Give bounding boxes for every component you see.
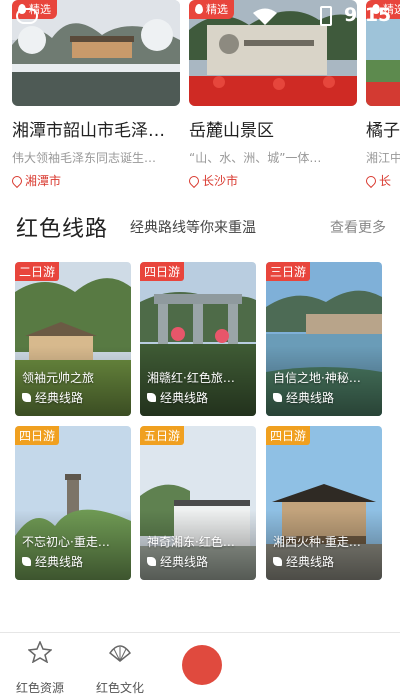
clock: 9:15: [344, 4, 392, 26]
cloud-icon: [16, 8, 38, 24]
route-card[interactable]: 四日游 湘赣红·红色旅… 经典线路: [140, 262, 256, 416]
scenic-desc: “山、水、洲、城”一体…: [189, 151, 322, 165]
route-title: 自信之地·神秘…: [273, 371, 361, 385]
route-title: 湘赣红·红色旅…: [147, 371, 235, 385]
route-title: 领袖元帅之旅: [22, 371, 95, 385]
nav-faded-area: [226, 633, 400, 700]
tag-icon: [22, 557, 31, 566]
scenic-desc: 湘江中: [366, 151, 400, 165]
duration-tag: 四日游: [15, 426, 60, 445]
scenic-location: 长沙市: [186, 172, 357, 189]
scenic-location: 湘潭市: [9, 172, 180, 189]
location-pin-icon: [9, 173, 25, 188]
route-kind: 经典线路: [147, 553, 208, 570]
star-icon: [27, 640, 53, 664]
route-card[interactable]: 二日游 领袖元帅之旅 经典线路: [15, 262, 131, 416]
route-kind: 经典线路: [22, 553, 83, 570]
route-title: 湘西火种·重走…: [273, 535, 361, 549]
duration-tag: 五日游: [140, 426, 185, 445]
see-more-link[interactable]: 查看更多: [330, 217, 386, 237]
route-kind: 经典线路: [147, 389, 208, 406]
wifi-icon: [253, 8, 277, 25]
scenic-location: 长: [363, 172, 400, 189]
route-card[interactable]: 五日游 神奇湘东·红色… 经典线路: [140, 426, 256, 580]
duration-tag: 四日游: [266, 426, 311, 445]
nav-label: 红色文化: [95, 681, 144, 695]
status-bar: 9:15: [0, 4, 400, 30]
duration-tag: 三日游: [266, 262, 311, 281]
location-pin-icon: [363, 173, 379, 188]
fan-icon: [108, 645, 132, 662]
scenic-name: 橘子: [366, 121, 400, 141]
route-title: 不忘初心·重走…: [22, 535, 110, 549]
route-kind: 经典线路: [273, 553, 334, 570]
duration-tag: 四日游: [140, 262, 185, 281]
route-kind: 经典线路: [273, 389, 334, 406]
route-card[interactable]: 四日游 湘西火种·重走… 经典线路: [266, 426, 382, 580]
tag-icon: [147, 393, 156, 402]
scenic-name: 岳麓山景区: [189, 121, 274, 141]
location-pin-icon: [186, 173, 202, 188]
home-center-button[interactable]: [182, 645, 222, 685]
nav-label: 红色资源: [15, 681, 64, 695]
scenic-name: 湘潭市韶山市毛泽东…: [12, 121, 180, 141]
tag-icon: [22, 393, 31, 402]
tag-icon: [273, 557, 282, 566]
section-subtitle: 经典路线等你来重温: [130, 220, 257, 236]
route-title: 神奇湘东·红色…: [147, 535, 235, 549]
section-title: 红色线路: [16, 217, 109, 242]
route-card[interactable]: 四日游 不忘初心·重走… 经典线路: [15, 426, 131, 580]
battery-icon: [320, 6, 332, 26]
nav-red-resources[interactable]: 红色资源: [5, 640, 75, 696]
tag-icon: [147, 557, 156, 566]
tag-icon: [273, 393, 282, 402]
scenic-desc: 伟大领袖毛泽东同志诞生…: [12, 151, 157, 165]
section-header: 红色线路 经典路线等你来重温 查看更多: [16, 212, 386, 242]
bottom-nav: 红色资源 红色文化: [0, 632, 400, 700]
route-kind: 经典线路: [22, 389, 83, 406]
nav-red-culture[interactable]: 红色文化: [85, 641, 155, 696]
duration-tag: 二日游: [15, 262, 60, 281]
route-card[interactable]: 三日游 自信之地·神秘… 经典线路: [266, 262, 382, 416]
